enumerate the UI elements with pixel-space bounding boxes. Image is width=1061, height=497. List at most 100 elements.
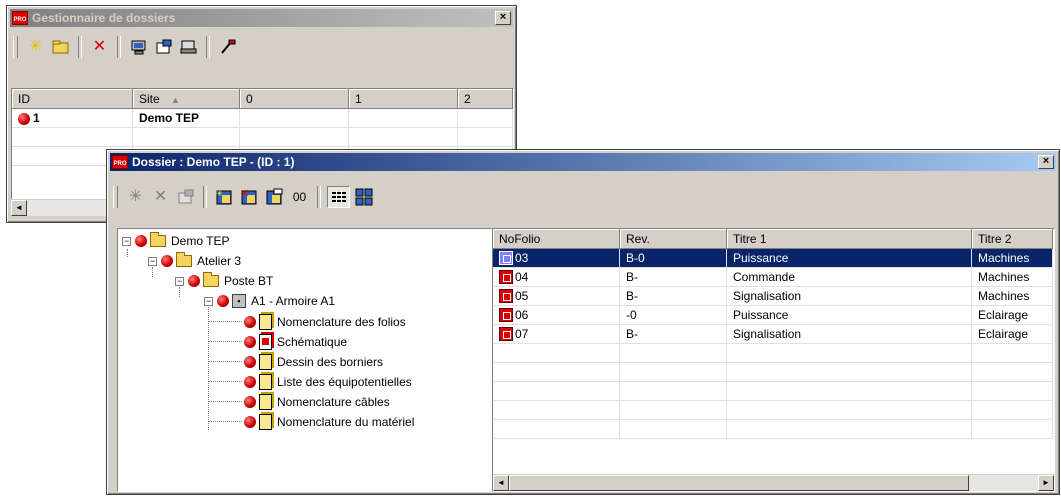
column-header-titre1[interactable]: Titre 1 bbox=[726, 229, 972, 249]
folio-titre1: Commande bbox=[726, 267, 972, 287]
folio-row[interactable]: 07 B- Signalisation Eclairage bbox=[493, 324, 1053, 344]
folio-rev: B- bbox=[619, 267, 727, 287]
project-tree[interactable]: − Demo TEP − Atelier 3 − Poste BT − ▪ A1… bbox=[117, 228, 492, 492]
manager-toolbar: ✳ ✕ bbox=[11, 32, 512, 62]
tools-icon[interactable] bbox=[216, 36, 239, 58]
tree-node-armoire[interactable]: − ▪ A1 - Armoire A1 bbox=[204, 291, 335, 311]
tree-node-poste[interactable]: − Poste BT bbox=[175, 271, 273, 291]
folio-properties-icon[interactable] bbox=[263, 186, 286, 208]
folio-icon bbox=[499, 327, 513, 342]
tree-label: Dessin des borniers bbox=[277, 355, 384, 369]
dossier-titlebar[interactable]: PRO Dossier : Demo TEP - (ID : 1) × bbox=[110, 153, 1056, 171]
folio-titre1: Puissance bbox=[726, 305, 972, 325]
tree-label: Demo TEP bbox=[171, 234, 230, 248]
tree-node-document[interactable]: Nomenclature câbles bbox=[244, 392, 390, 412]
tree-node-document[interactable]: Liste des équipotentielles bbox=[244, 372, 412, 392]
collapse-icon[interactable]: − bbox=[148, 256, 157, 266]
folio-number: 07 bbox=[515, 326, 529, 341]
tree-node-document[interactable]: Dessin des borniers bbox=[244, 352, 383, 372]
folio-row-selected[interactable]: 03 B-0 Puissance Machines bbox=[493, 248, 1053, 268]
open-folder-icon[interactable] bbox=[49, 36, 72, 58]
scroll-left-button[interactable]: ◄ bbox=[493, 475, 509, 491]
folio-row[interactable]: 06 -0 Puissance Eclairage bbox=[493, 305, 1053, 325]
column-header-2[interactable]: 2 bbox=[457, 89, 513, 109]
folio-row[interactable]: 04 B- Commande Machines bbox=[493, 267, 1053, 287]
tree-node-document[interactable]: Nomenclature du matériel bbox=[244, 412, 414, 432]
tree-label: Poste BT bbox=[224, 274, 274, 288]
column-header-nofolio[interactable]: NoFolio bbox=[493, 229, 620, 249]
folio-number: 04 bbox=[515, 269, 529, 284]
computer-icon[interactable] bbox=[127, 36, 150, 58]
toolbar-grip[interactable] bbox=[13, 36, 18, 58]
new-icon[interactable]: ✳ bbox=[24, 36, 47, 58]
dossier-close-button[interactable]: × bbox=[1038, 155, 1054, 169]
tree-node-document[interactable]: Schématique bbox=[244, 332, 347, 352]
folio-hscroll[interactable]: ◄ ► bbox=[493, 474, 1054, 491]
tree-node-atelier[interactable]: − Atelier 3 bbox=[148, 251, 241, 271]
column-header-0[interactable]: 0 bbox=[239, 89, 349, 109]
folio-number: 03 bbox=[515, 250, 529, 265]
folio-icon bbox=[499, 251, 513, 266]
column-header-1[interactable]: 1 bbox=[348, 89, 458, 109]
delete-disabled-icon[interactable]: ✕ bbox=[149, 186, 172, 208]
table-row[interactable]: 1 Demo TEP bbox=[12, 108, 513, 128]
status-red-icon bbox=[244, 396, 256, 408]
document-icon bbox=[259, 394, 272, 410]
scan-icon[interactable] bbox=[177, 36, 200, 58]
delete-folio-icon[interactable]: ✕ bbox=[238, 186, 261, 208]
folio-grid[interactable]: NoFolio Rev. Titre 1 Titre 2 03 B-0 Puis… bbox=[492, 228, 1055, 492]
scroll-left-button[interactable]: ◄ bbox=[11, 200, 27, 216]
tree-node-root[interactable]: − Demo TEP bbox=[122, 231, 229, 251]
glasses-icon[interactable]: 00 bbox=[288, 186, 311, 208]
scroll-right-button[interactable]: ► bbox=[1038, 475, 1054, 491]
new-disabled-icon[interactable]: ✳ bbox=[124, 186, 147, 208]
sort-ascending-icon: ▲ bbox=[171, 94, 180, 105]
collapse-icon[interactable]: − bbox=[175, 276, 184, 286]
column-header-rev[interactable]: Rev. bbox=[619, 229, 727, 249]
folio-icon bbox=[499, 308, 513, 323]
column-header-id[interactable]: ID bbox=[12, 89, 133, 109]
manager-title: Gestionnaire de dossiers bbox=[32, 11, 176, 25]
folio-titre2: Machines bbox=[971, 248, 1053, 268]
schematic-icon bbox=[259, 334, 272, 350]
properties-disabled-icon[interactable] bbox=[174, 186, 197, 208]
folio-titre1: Signalisation bbox=[726, 324, 972, 344]
grid-view-icon[interactable] bbox=[352, 186, 375, 208]
folio-number: 06 bbox=[515, 307, 529, 322]
collapse-icon[interactable]: − bbox=[204, 296, 213, 306]
app-icon: PRO bbox=[112, 155, 128, 169]
tree-node-document[interactable]: Nomenclature des folios bbox=[244, 312, 406, 332]
manager-hscroll[interactable]: ◄ bbox=[11, 199, 111, 216]
toolbar-grip[interactable] bbox=[113, 186, 118, 208]
column-header-titre2[interactable]: Titre 2 bbox=[971, 229, 1053, 249]
status-red-icon bbox=[135, 235, 147, 247]
scroll-thumb[interactable] bbox=[509, 475, 969, 491]
toolbar-separator bbox=[203, 186, 207, 208]
status-red-icon bbox=[161, 255, 173, 267]
tree-label: Nomenclature câbles bbox=[277, 395, 390, 409]
tree-label: Schématique bbox=[277, 335, 348, 349]
folio-row[interactable]: 05 B- Signalisation Machines bbox=[493, 286, 1053, 306]
dossier-toolbar: ✳ ✕ ✳ ✕ 00 bbox=[111, 182, 1055, 212]
properties-icon[interactable] bbox=[152, 36, 175, 58]
app-icon: PRO bbox=[12, 11, 28, 25]
status-red-icon bbox=[244, 316, 256, 328]
tree-label: Atelier 3 bbox=[197, 254, 242, 268]
manager-close-button[interactable]: × bbox=[495, 11, 511, 25]
collapse-icon[interactable]: − bbox=[122, 236, 131, 246]
folder-icon bbox=[150, 232, 166, 247]
add-folio-icon[interactable]: ✳ bbox=[213, 186, 236, 208]
toolbar-separator bbox=[317, 186, 321, 208]
toolbar-separator bbox=[206, 36, 210, 58]
folio-titre2: Eclairage bbox=[971, 305, 1053, 325]
list-view-icon[interactable] bbox=[327, 186, 350, 208]
toolbar-separator bbox=[117, 36, 121, 58]
delete-icon[interactable]: ✕ bbox=[88, 36, 111, 58]
dossier-window: PRO Dossier : Demo TEP - (ID : 1) × ✳ ✕ … bbox=[106, 149, 1060, 495]
manager-titlebar[interactable]: PRO Gestionnaire de dossiers × bbox=[10, 9, 513, 27]
document-icon bbox=[259, 414, 272, 430]
column-header-site[interactable]: Site ▲ bbox=[132, 89, 240, 109]
svg-text:✕: ✕ bbox=[240, 188, 249, 200]
status-red-icon bbox=[217, 295, 229, 307]
folio-titre1: Signalisation bbox=[726, 286, 972, 306]
